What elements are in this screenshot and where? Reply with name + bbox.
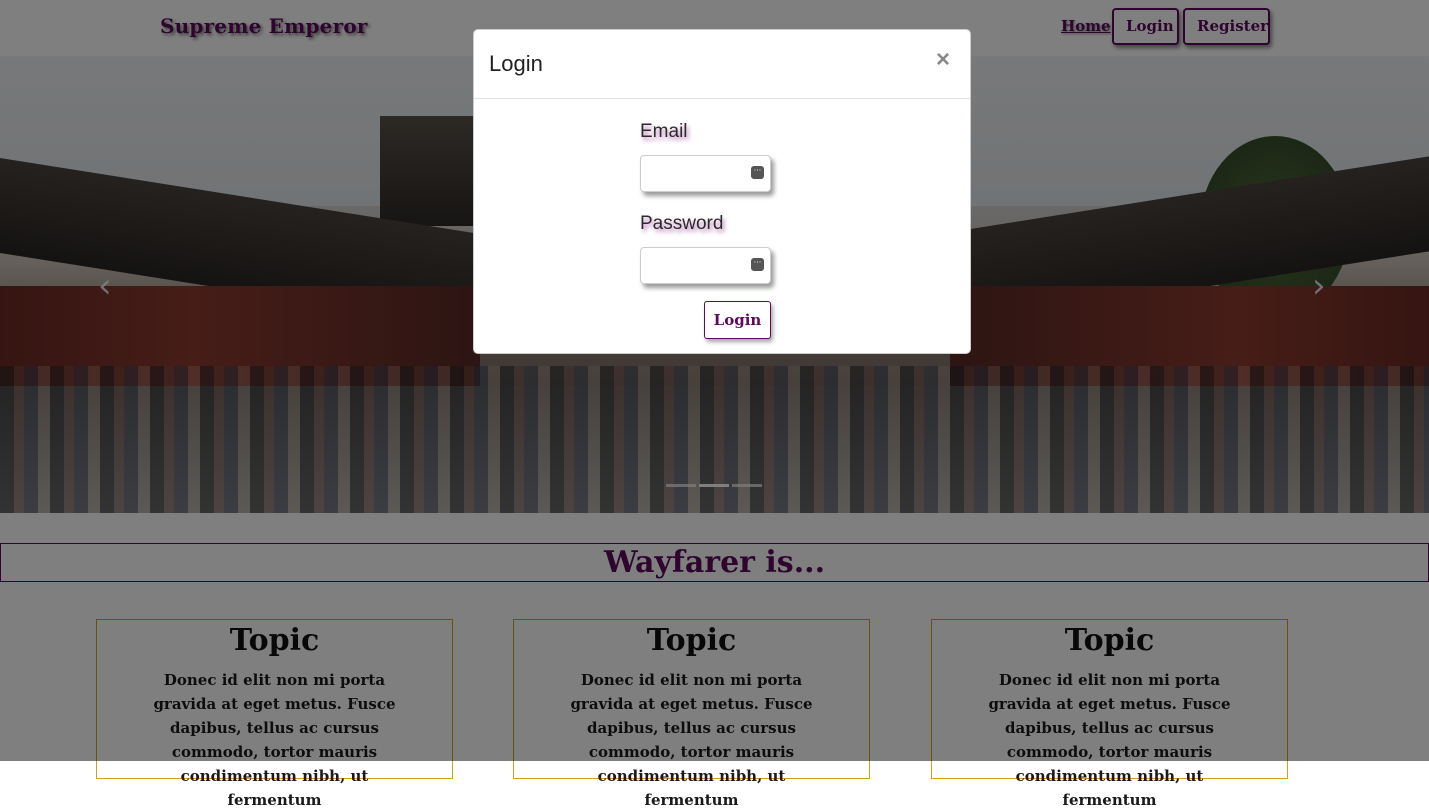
autofill-key-icon[interactable]: ···	[751, 258, 764, 271]
login-submit-button[interactable]: Login	[704, 301, 771, 339]
login-modal: Login × Email ··· Password ··· Login	[473, 29, 971, 354]
password-field[interactable]: ···	[640, 247, 771, 284]
modal-header: Login ×	[474, 30, 970, 99]
email-label: Email	[640, 121, 688, 142]
email-field[interactable]: ···	[640, 155, 771, 192]
password-label: Password	[640, 213, 724, 234]
autofill-key-icon[interactable]: ···	[751, 166, 764, 179]
close-icon[interactable]: ×	[936, 46, 950, 74]
modal-title: Login	[489, 51, 543, 76]
